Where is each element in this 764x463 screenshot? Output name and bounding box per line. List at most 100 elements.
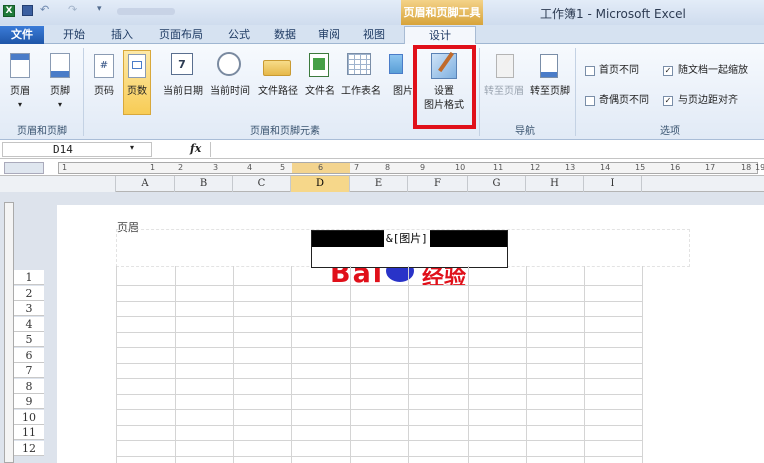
header-picture-code[interactable]: &[图片] — [384, 230, 430, 248]
row-header[interactable]: 8 — [14, 378, 44, 394]
column-header-e[interactable]: E — [350, 176, 408, 192]
tab-insert[interactable]: 插入 — [105, 26, 139, 44]
row-header[interactable]: 3 — [14, 301, 44, 316]
file-name-icon[interactable] — [309, 53, 329, 77]
odd-even-label: 奇偶页不同 — [599, 95, 649, 106]
goto-header-button[interactable]: 转至页眉 — [481, 85, 527, 98]
current-date-button[interactable]: 当前日期 — [160, 85, 206, 98]
select-all-corner[interactable] — [0, 176, 116, 192]
column-header-h[interactable]: H — [526, 176, 584, 192]
column-header-bar: A B C D E F G H I — [0, 176, 764, 192]
row-header[interactable]: 5 — [14, 332, 44, 347]
current-time-button[interactable]: 当前时间 — [207, 85, 253, 98]
goto-footer-icon[interactable] — [540, 54, 558, 78]
column-header-c[interactable]: C — [233, 176, 291, 192]
page-number-button[interactable]: 页码 — [89, 85, 119, 98]
row-header[interactable]: 1 — [14, 270, 44, 285]
tab-data[interactable]: 数据 — [268, 26, 302, 44]
save-icon[interactable] — [22, 5, 33, 16]
grid-line — [116, 266, 117, 463]
redo-icon[interactable]: ↷ — [68, 3, 77, 16]
file-path-button[interactable]: 文件路径 — [255, 85, 301, 98]
footer-dropdown-icon[interactable]: ▾ — [47, 98, 73, 111]
ruler-number: 9 — [420, 163, 426, 172]
grid-line — [116, 362, 643, 364]
tab-view[interactable]: 视图 — [357, 26, 391, 44]
tab-page-layout[interactable]: 页面布局 — [152, 26, 210, 44]
tab-formulas[interactable]: 公式 — [222, 26, 256, 44]
column-header-i[interactable]: I — [584, 176, 642, 192]
ruler-number: 8 — [385, 163, 391, 172]
ruler-number: 14 — [600, 163, 611, 172]
current-date-icon[interactable]: 7 — [171, 53, 193, 75]
header-icon[interactable] — [10, 53, 30, 78]
ruler-number: 12 — [530, 163, 541, 172]
grid-line — [584, 266, 585, 463]
baidu-logo-picture: Bai 经验 — [330, 268, 490, 286]
picture-icon[interactable] — [389, 54, 403, 74]
first-page-label: 首页不同 — [599, 65, 639, 76]
ruler-number: 18 — [741, 163, 752, 172]
header-button[interactable]: 页眉 — [7, 85, 33, 98]
row-header[interactable]: 2 — [14, 285, 44, 301]
header-dropdown-icon[interactable]: ▾ — [7, 98, 33, 111]
ruler-number: 1 — [150, 163, 156, 172]
tab-file[interactable]: 文件 — [0, 26, 44, 44]
group-label-elements: 页眉和页脚元素 — [250, 126, 320, 137]
scale-checkbox[interactable]: ✓ — [663, 66, 673, 76]
sheet-name-button[interactable]: 工作表名 — [338, 85, 384, 98]
row-header[interactable]: 7 — [14, 363, 44, 378]
column-header-g[interactable]: G — [468, 176, 526, 192]
file-name-button[interactable]: 文件名 — [302, 85, 338, 98]
column-header-b[interactable]: B — [175, 176, 233, 192]
grid-line — [116, 424, 643, 426]
ruler-number: 15 — [635, 163, 646, 172]
current-time-icon[interactable] — [217, 52, 241, 76]
goto-footer-button[interactable]: 转至页脚 — [527, 85, 573, 98]
tab-review[interactable]: 审阅 — [312, 26, 346, 44]
file-path-icon[interactable] — [263, 60, 291, 76]
undo-icon[interactable]: ↶ — [40, 3, 49, 16]
row-header[interactable]: 9 — [14, 394, 44, 409]
grid-line — [116, 440, 643, 441]
align-checkbox[interactable]: ✓ — [663, 96, 673, 106]
quick-access-dropdown-icon[interactable]: ▾ — [97, 4, 102, 14]
grid-line — [116, 285, 643, 286]
ribbon-tab-bar: 文件 开始 插入 页面布局 公式 数据 审阅 视图 设计 — [0, 25, 764, 44]
ruler-number: 1 — [62, 163, 68, 172]
grid-line — [468, 266, 469, 463]
goto-header-icon[interactable] — [496, 54, 514, 78]
ruler-number: 2 — [178, 163, 184, 172]
row-header[interactable]: 12 — [14, 440, 44, 456]
sheet-name-icon[interactable] — [347, 53, 371, 75]
ruler-track[interactable] — [58, 162, 758, 174]
format-picture-highlight-box[interactable] — [413, 45, 476, 129]
footer-button[interactable]: 页脚 — [47, 85, 73, 98]
row-header[interactable]: 10 — [14, 409, 44, 425]
group-label-navigation: 导航 — [515, 126, 535, 137]
grid-line — [116, 378, 643, 379]
group-label-header-footer: 页眉和页脚 — [17, 126, 67, 137]
first-page-checkbox[interactable] — [585, 66, 595, 76]
group-label-options: 选项 — [660, 126, 680, 137]
ruler-number: 10 — [455, 163, 466, 172]
column-header-f[interactable]: F — [408, 176, 468, 192]
tab-home[interactable]: 开始 — [57, 26, 91, 44]
formula-input[interactable] — [210, 142, 762, 157]
formula-bar: D14 ▾ fx — [0, 141, 764, 159]
fx-icon[interactable]: fx — [190, 142, 201, 155]
tab-design[interactable]: 设计 — [404, 26, 476, 44]
column-header-d[interactable]: D — [291, 176, 350, 192]
odd-even-checkbox[interactable] — [585, 96, 595, 106]
row-header[interactable]: 4 — [14, 316, 44, 332]
footer-icon[interactable] — [50, 53, 70, 78]
align-label: 与页边距对齐 — [678, 95, 738, 106]
page-count-icon — [128, 54, 146, 78]
grid-line — [408, 266, 409, 463]
row-header[interactable]: 6 — [14, 347, 44, 363]
column-header-a[interactable]: A — [116, 176, 175, 192]
excel-app-icon[interactable]: X — [3, 5, 15, 17]
page-number-icon[interactable]: # — [94, 54, 114, 78]
row-header[interactable]: 11 — [14, 425, 44, 440]
name-box-dropdown-icon[interactable]: ▾ — [130, 143, 134, 152]
